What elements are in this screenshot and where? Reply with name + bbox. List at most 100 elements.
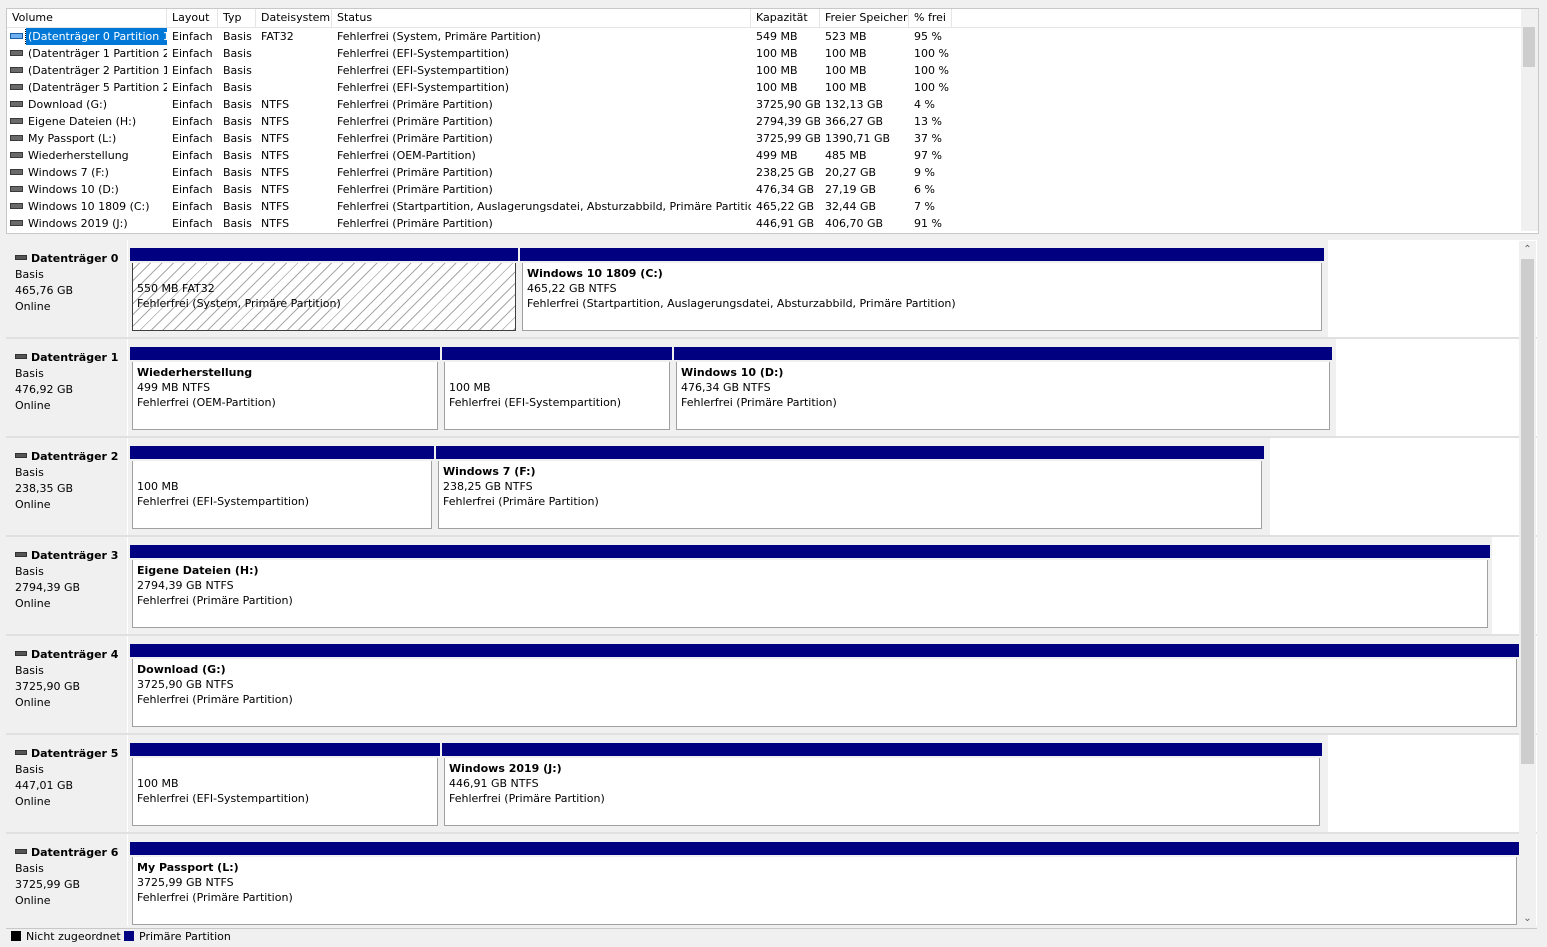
scroll-down-arrow-icon[interactable]: ⌄ <box>1519 910 1536 927</box>
volume-row[interactable]: Windows 2019 (J:) Einfach Basis NTFS Fehlerf… <box>7 215 1538 232</box>
volume-row[interactable]: (Datenträger 0 Partition 1) Einfach Basis F… <box>7 28 1538 45</box>
volume-row[interactable]: Windows 10 1809 (C:) Einfach Basis NTFS Fehl… <box>7 198 1538 215</box>
volume-row[interactable]: My Passport (L:) Einfach Basis NTFS Fehlerfr… <box>7 130 1538 147</box>
partition-block[interactable]: 100 MB Fehlerfrei (EFI-Systempartition) <box>130 743 440 832</box>
disk-label[interactable]: Datenträger 6 Basis 3725,99 GB Online <box>6 834 128 926</box>
capacity-cell: 465,22 GB <box>756 200 815 213</box>
volume-row[interactable]: (Datenträger 5 Partition 2) Einfach Basis F… <box>7 79 1538 96</box>
scrollbar-thumb[interactable] <box>1521 259 1534 764</box>
disk-label[interactable]: Datenträger 5 Basis 447,01 GB Online <box>6 735 128 832</box>
status-cell: Fehlerfrei (Primäre Partition) <box>337 183 493 196</box>
volume-list: Volume Layout Typ Dateisystem Status Kap… <box>6 8 1539 234</box>
volume-row[interactable]: (Datenträger 1 Partition 2) Einfach Basis F… <box>7 45 1538 62</box>
disk-icon <box>15 353 27 359</box>
layout-cell: Einfach <box>172 149 213 162</box>
typ-cell: Basis <box>223 47 252 60</box>
layout-cell: Einfach <box>172 200 213 213</box>
fs-cell: NTFS <box>261 183 290 196</box>
free-cell: 100 MB <box>825 81 867 94</box>
disk-type: Basis <box>15 763 44 776</box>
partition-block[interactable]: Windows 10 1809 (C:) 465,22 GB NTFS Fehler… <box>520 248 1324 337</box>
volume-row[interactable]: (Datenträger 2 Partition 1) Einfach Basis F… <box>7 62 1538 79</box>
column-header-typ[interactable]: Typ <box>218 9 256 27</box>
disk-label[interactable]: Datenträger 2 Basis 238,35 GB Online <box>6 438 128 535</box>
volume-row[interactable]: Windows 10 (D:) Einfach Basis NTFS Fehlerfre… <box>7 181 1538 198</box>
disk-label[interactable]: Datenträger 0 Basis 465,76 GB Online <box>6 240 128 337</box>
partition-block[interactable]: Eigene Dateien (H:) 2794,39 GB NTFS Fehler… <box>130 545 1490 634</box>
partition-title: Windows 2019 (J:) <box>449 762 562 775</box>
volume-cell: Windows 10 (D:) <box>7 181 167 198</box>
layout-cell: Einfach <box>172 217 213 230</box>
partition-block[interactable]: Windows 10 (D:) 476,34 GB NTFS Fehlerfrei … <box>674 347 1332 436</box>
volume-row[interactable]: Download (G:) Einfach Basis NTFS Fehlerfrei … <box>7 96 1538 113</box>
capacity-cell: 476,34 GB <box>756 183 815 196</box>
disk-icon <box>15 551 27 557</box>
partition-block[interactable]: My Passport (L:) 3725,99 GB NTFS Fehlerfre… <box>130 842 1519 926</box>
fs-cell <box>256 62 332 79</box>
drive-icon <box>10 101 23 107</box>
disk-partitions: Download (G:) 3725,90 GB NTFS Fehlerfrei (… <box>128 636 1521 733</box>
column-header-dateisystem[interactable]: Dateisystem <box>256 9 332 27</box>
partition-details: Wiederherstellung 499 MB NTFS Fehlerfrei (… <box>132 362 438 430</box>
column-header-status[interactable]: Status <box>332 9 751 27</box>
partition-title <box>137 761 437 776</box>
disk-view-scrollbar[interactable]: ⌃ ⌄ <box>1519 241 1536 927</box>
disk-size: 238,35 GB <box>15 482 74 495</box>
typ-cell: Basis <box>223 30 252 43</box>
partition-block[interactable]: Download (G:) 3725,90 GB NTFS Fehlerfrei (… <box>130 644 1519 733</box>
disk-label[interactable]: Datenträger 1 Basis 476,92 GB Online <box>6 339 128 436</box>
column-header-prozent-frei[interactable]: % frei <box>909 9 952 27</box>
partition-status: Fehlerfrei (EFI-Systempartition) <box>137 495 310 508</box>
typ-cell: Basis <box>223 200 252 213</box>
status-cell: Fehlerfrei (Primäre Partition) <box>337 166 493 179</box>
partition-block[interactable]: Windows 2019 (J:) 446,91 GB NTFS Fehlerfre… <box>442 743 1322 832</box>
partition-title: Windows 10 (D:) <box>681 366 784 379</box>
disk-partitions: My Passport (L:) 3725,99 GB NTFS Fehlerfre… <box>128 834 1521 926</box>
partition-block[interactable]: Windows 7 (F:) 238,25 GB NTFS Fehlerfrei (… <box>436 446 1264 535</box>
volume-cell: Download (G:) <box>7 96 167 113</box>
disk-size: 3725,90 GB <box>15 680 81 693</box>
column-header-volume[interactable]: Volume <box>7 9 167 27</box>
pct-cell: 91 % <box>914 217 942 230</box>
disk-label[interactable]: Datenträger 3 Basis 2794,39 GB Online <box>6 537 128 634</box>
disk-label[interactable]: Datenträger 4 Basis 3725,90 GB Online <box>6 636 128 733</box>
column-header-layout[interactable]: Layout <box>167 9 218 27</box>
free-cell: 366,27 GB <box>825 115 884 128</box>
primary-swatch <box>124 931 134 941</box>
volume-row[interactable]: Windows 7 (F:) Einfach Basis NTFS Fehlerfrei… <box>7 164 1538 181</box>
partition-status: Fehlerfrei (EFI-Systempartition) <box>449 396 622 409</box>
volume-row[interactable]: Eigene Dateien (H:) Einfach Basis NTFS Fehle… <box>7 113 1538 130</box>
pct-cell: 7 % <box>914 200 935 213</box>
partition-title: Download (G:) <box>137 663 226 676</box>
drive-icon <box>10 220 23 226</box>
typ-cell: Basis <box>223 166 252 179</box>
partition-block[interactable]: Wiederherstellung 499 MB NTFS Fehlerfrei (… <box>130 347 440 436</box>
disk-type: Basis <box>15 565 44 578</box>
partition-status: Fehlerfrei (OEM-Partition) <box>137 396 276 409</box>
disk-state: Online <box>15 300 51 313</box>
partition-status: Fehlerfrei (Primäre Partition) <box>443 495 599 508</box>
partition-block[interactable]: 550 MB FAT32 Fehlerfrei (System, Primäre … <box>130 248 518 337</box>
pct-cell: 100 % <box>914 81 949 94</box>
partition-size: 100 MB <box>137 777 179 790</box>
drive-icon <box>10 152 23 158</box>
partition-block[interactable]: 100 MB Fehlerfrei (EFI-Systempartition) <box>442 347 672 436</box>
disk-name-text: Datenträger 5 <box>31 747 119 760</box>
pct-cell: 95 % <box>914 30 942 43</box>
partition-details: Eigene Dateien (H:) 2794,39 GB NTFS Fehler… <box>132 560 1488 628</box>
volume-name: Windows 10 1809 (C:) <box>28 200 150 213</box>
column-header-freier-speicher[interactable]: Freier Speicher <box>820 9 909 27</box>
volume-cell: (Datenträger 0 Partition 1) <box>7 28 167 45</box>
partition-block[interactable]: 100 MB Fehlerfrei (EFI-Systempartition) <box>130 446 434 535</box>
scroll-up-arrow-icon[interactable]: ⌃ <box>1519 241 1536 258</box>
volume-list-scrollbar[interactable] <box>1521 9 1538 231</box>
partition-size: 550 MB FAT32 <box>137 282 215 295</box>
partition-title: My Passport (L:) <box>137 861 239 874</box>
column-header-kapazitaet[interactable]: Kapazität <box>751 9 820 27</box>
disk-size: 2794,39 GB <box>15 581 81 594</box>
volume-row[interactable]: Wiederherstellung Einfach Basis NTFS Fehlerf… <box>7 147 1538 164</box>
disk-name-text: Datenträger 4 <box>31 648 119 661</box>
scrollbar-thumb[interactable] <box>1523 27 1535 67</box>
disk-icon <box>15 254 27 260</box>
partition-size: 3725,90 GB NTFS <box>137 678 234 691</box>
